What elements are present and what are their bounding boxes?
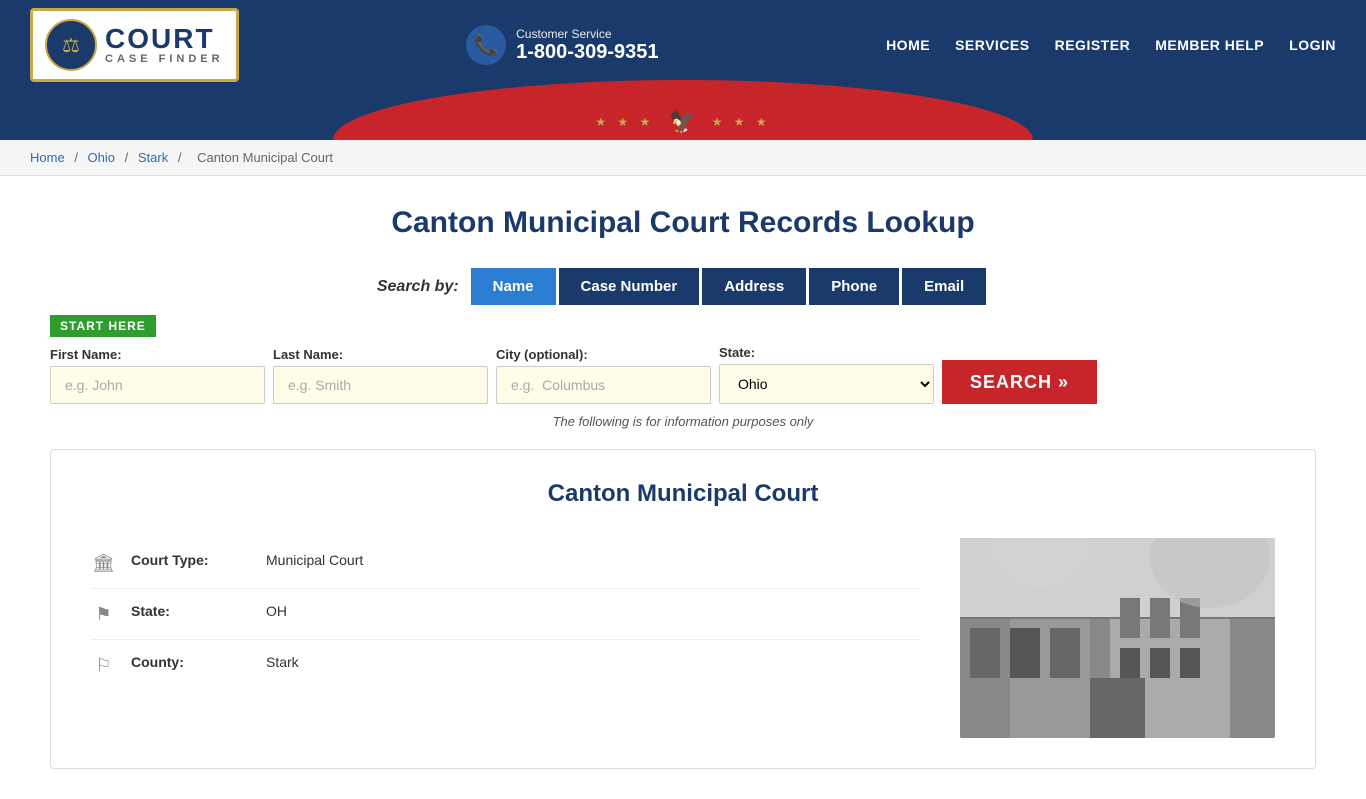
county-label: County: [131, 654, 251, 670]
breadcrumb-sep-1: / [74, 150, 81, 165]
state-icon: ⚑ [91, 604, 116, 625]
state-select[interactable]: AlabamaAlaskaArizonaArkansasCaliforniaCo… [719, 364, 934, 404]
info-text: The following is for information purpose… [50, 414, 1316, 429]
court-image-area [960, 538, 1275, 738]
main-nav: HOME SERVICES REGISTER MEMBER HELP LOGIN [886, 37, 1336, 53]
court-type-value: Municipal Court [266, 552, 363, 568]
last-name-group: Last Name: [273, 347, 488, 404]
page-title: Canton Municipal Court Records Lookup [50, 206, 1316, 240]
nav-services[interactable]: SERVICES [955, 37, 1030, 53]
logo-court-text: COURT [105, 25, 224, 53]
cs-details: Customer Service 1-800-309-9351 [516, 27, 658, 64]
court-card-title: Canton Municipal Court [91, 480, 1275, 508]
header-arc: ★ ★ ★ 🦅 ★ ★ ★ [0, 90, 1366, 140]
state-value: OH [266, 603, 287, 619]
city-group: City (optional): [496, 347, 711, 404]
tab-address[interactable]: Address [702, 268, 806, 305]
search-button[interactable]: SEARCH » [942, 360, 1097, 404]
state-group: State: AlabamaAlaskaArizonaArkansasCalif… [719, 345, 934, 404]
last-name-input[interactable] [273, 366, 488, 404]
tab-case-number[interactable]: Case Number [559, 268, 700, 305]
breadcrumb-sep-2: / [125, 150, 132, 165]
breadcrumb-sep-3: / [178, 150, 185, 165]
search-form: First Name: Last Name: City (optional): … [50, 345, 1316, 404]
city-input[interactable] [496, 366, 711, 404]
cs-label: Customer Service [516, 27, 658, 41]
search-by-label: Search by: [377, 278, 459, 296]
court-info-list: 🏛 Court Type: Municipal Court ⚑ State: O… [91, 538, 920, 738]
logo-case-finder-text: CASE FINDER [105, 53, 224, 65]
breadcrumb-home[interactable]: Home [30, 150, 65, 165]
logo-box: ⚖ COURT CASE FINDER [30, 8, 239, 82]
logo-emblem: ⚖ [45, 19, 97, 71]
breadcrumb-current: Canton Municipal Court [197, 150, 333, 165]
first-name-group: First Name: [50, 347, 265, 404]
last-name-label: Last Name: [273, 347, 488, 362]
county-value: Stark [266, 654, 299, 670]
breadcrumb-stark[interactable]: Stark [138, 150, 168, 165]
nav-register[interactable]: REGISTER [1055, 37, 1131, 53]
court-card: Canton Municipal Court 🏛 Court Type: Mun… [50, 449, 1316, 769]
first-name-input[interactable] [50, 366, 265, 404]
customer-service: 📞 Customer Service 1-800-309-9351 [466, 25, 658, 65]
state-label-row: State: [131, 603, 251, 619]
tab-email[interactable]: Email [902, 268, 986, 305]
state-label: State: [719, 345, 934, 360]
court-image [960, 538, 1275, 738]
cs-phone: 1-800-309-9351 [516, 41, 658, 64]
start-here-badge: START HERE [50, 315, 156, 337]
logo-text-block: COURT CASE FINDER [105, 25, 224, 65]
tab-name[interactable]: Name [471, 268, 556, 305]
nav-home[interactable]: HOME [886, 37, 930, 53]
header: ⚖ COURT CASE FINDER 📞 Customer Service 1… [0, 0, 1366, 140]
tab-phone[interactable]: Phone [809, 268, 899, 305]
main-content: Canton Municipal Court Records Lookup Se… [0, 176, 1366, 799]
nav-member-help[interactable]: MEMBER HELP [1155, 37, 1264, 53]
state-row: ⚑ State: OH [91, 589, 920, 640]
court-type-label: Court Type: [131, 552, 251, 568]
logo-area: ⚖ COURT CASE FINDER [30, 8, 239, 82]
breadcrumb: Home / Ohio / Stark / Canton Municipal C… [0, 140, 1366, 176]
breadcrumb-ohio[interactable]: Ohio [88, 150, 115, 165]
arc-eagle: ★ ★ ★ 🦅 ★ ★ ★ [595, 109, 770, 135]
first-name-label: First Name: [50, 347, 265, 362]
phone-icon: 📞 [466, 25, 506, 65]
search-by-row: Search by: Name Case Number Address Phon… [50, 268, 1316, 305]
nav-login[interactable]: LOGIN [1289, 37, 1336, 53]
eagle-symbol: 🦅 [669, 109, 696, 135]
court-type-icon: 🏛 [91, 553, 116, 574]
county-icon: ⚐ [91, 655, 116, 676]
arc-stars-right: ★ ★ ★ [712, 115, 771, 129]
city-label: City (optional): [496, 347, 711, 362]
court-type-row: 🏛 Court Type: Municipal Court [91, 538, 920, 589]
court-card-body: 🏛 Court Type: Municipal Court ⚑ State: O… [91, 538, 1275, 738]
county-row: ⚐ County: Stark [91, 640, 920, 690]
arc-stars-left: ★ ★ ★ [595, 115, 654, 129]
